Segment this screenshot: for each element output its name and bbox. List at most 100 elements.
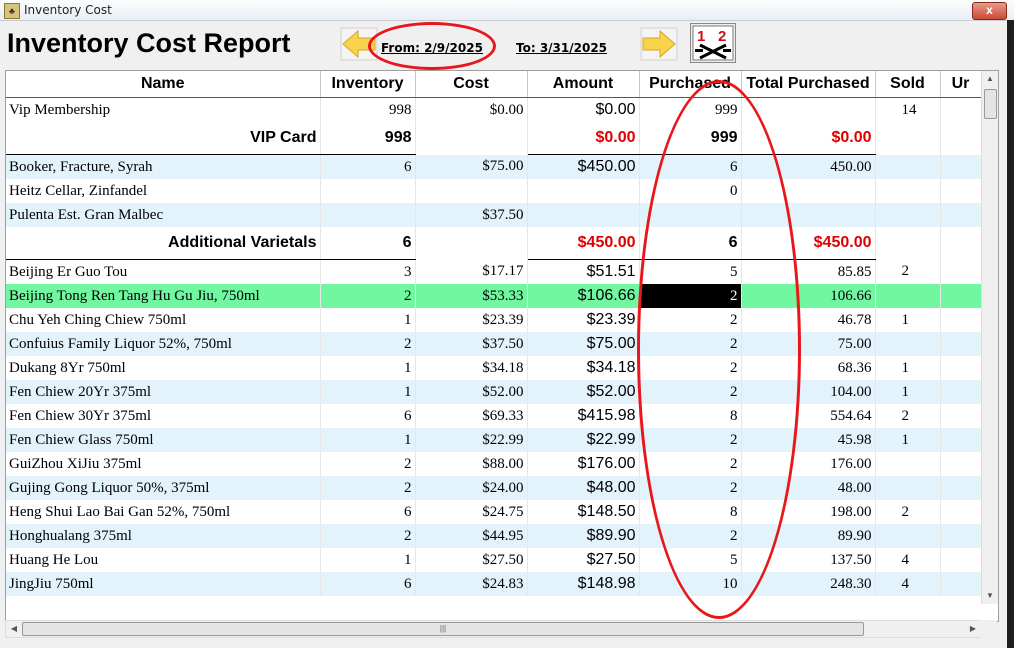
cell-sold [875,179,941,203]
cell-sold [875,476,941,500]
subtotal-name: VIP Card [6,122,321,155]
column-header[interactable]: Total Purchased [741,71,876,98]
column-header[interactable]: Inventory [320,71,416,98]
cell-sold [875,203,941,227]
cell-amount: $22.99 [527,428,640,452]
cell-ur [940,404,982,428]
table-row[interactable]: Fen Chiew 20Yr 375ml 1 $52.00 $52.00 2 104.00… [6,380,982,404]
table-row[interactable]: Confuius Family Liquor 52%, 750ml 2 $37.50… [6,332,982,356]
scrollbar-thumb[interactable] [984,89,997,119]
table-row[interactable]: Gujing Gong Liquor 50%, 375ml 2 $24.00 $48.… [6,476,982,500]
column-header[interactable]: Name [6,71,321,98]
table-row[interactable]: Heng Shui Lao Bai Gan 52%, 750ml 6 $24.75 $… [6,500,982,524]
table-row[interactable]: Heitz Cellar, Zinfandel 0 [6,179,982,203]
cell-name: Heng Shui Lao Bai Gan 52%, 750ml [6,500,321,524]
subtotal-ur [940,122,982,155]
cell-cost: $17.17 [415,259,528,284]
table-row[interactable]: Fen Chiew Glass 750ml 1 $22.99 $22.99 2 45.98… [6,428,982,452]
cell-name: Fen Chiew 20Yr 375ml [6,380,321,404]
cell-total-purchased: 248.30 [741,572,876,596]
cell-total-purchased: 137.50 [741,548,876,572]
table-row[interactable]: Fen Chiew 30Yr 375ml 6 $69.33 $415.98 8 554.6… [6,404,982,428]
cell-cost: $53.33 [415,284,528,308]
next-arrow-icon[interactable] [640,27,678,61]
subtotal-row: Additional Varietals 6 $450.00 6 $450.00 [6,227,982,260]
cell-purchased: 6 [639,154,742,179]
cell-name: Heitz Cellar, Zinfandel [6,179,321,203]
scroll-right-icon[interactable]: ▶ [965,621,981,637]
cell-purchased: 10 [639,572,742,596]
subtotal-sold [875,227,941,260]
cell-cost: $24.83 [415,572,528,596]
cell-inventory: 1 [320,308,416,332]
cell-name: Huang He Lou [6,548,321,572]
vertical-scrollbar[interactable]: ▲ ▼ [981,71,998,604]
cell-name: Pulenta Est. Gran Malbec [6,203,321,227]
column-header[interactable]: Purchased [639,71,742,98]
table-row[interactable]: GuiZhou XiJiu 375ml 2 $88.00 $176.00 2 176.00 [6,452,982,476]
cell-purchased: 2 [639,356,742,380]
previous-arrow-icon[interactable] [340,27,378,61]
subtotal-cost [415,227,528,260]
cell-inventory: 1 [320,428,416,452]
cell-amount: $48.00 [527,476,640,500]
table-row[interactable]: Dukang 8Yr 750ml 1 $34.18 $34.18 2 68.36 1 [6,356,982,380]
column-header[interactable]: Cost [415,71,528,98]
table-row[interactable]: Huang He Lou 1 $27.50 $27.50 5 137.50 4 [6,548,982,572]
cell-ur [940,308,982,332]
column-header[interactable]: Sold [875,71,941,98]
cell-ur [940,97,982,122]
cell-inventory: 2 [320,332,416,356]
cell-cost: $34.18 [415,356,528,380]
cell-inventory: 3 [320,259,416,284]
table-row[interactable]: Vip Membership 998 $0.00 $0.00 999 14 [6,97,982,122]
subtotal-inventory: 998 [320,122,416,155]
subtotal-name: Additional Varietals [6,227,321,260]
horizontal-scrollbar[interactable]: ◀ ||| ▶ [5,620,982,638]
cell-total-purchased: 75.00 [741,332,876,356]
cell-inventory: 2 [320,284,416,308]
scroll-down-icon[interactable]: ▼ [982,588,998,604]
cell-total-purchased [741,203,876,227]
cell-amount: $52.00 [527,380,640,404]
calculator-button[interactable]: 1 2 [690,23,736,63]
cell-amount: $415.98 [527,404,640,428]
cell-sold: 1 [875,428,941,452]
cell-name: Honghualang 375ml [6,524,321,548]
svg-text:1: 1 [697,28,705,45]
column-header[interactable]: Amount [527,71,640,98]
cell-ur [940,548,982,572]
cell-total-purchased: 46.78 [741,308,876,332]
cell-sold [875,332,941,356]
cell-sold: 1 [875,380,941,404]
table-row[interactable]: JingJiu 750ml 6 $24.83 $148.98 10 248.30 4 [6,572,982,596]
scroll-up-icon[interactable]: ▲ [982,71,998,87]
cell-ur [940,524,982,548]
table-row[interactable]: Honghualang 375ml 2 $44.95 $89.90 2 89.90 [6,524,982,548]
cell-purchased: 2 [639,524,742,548]
table-row[interactable]: Beijing Er Guo Tou 3 $17.17 $51.51 5 85.85 2 [6,259,982,284]
cell-purchased[interactable]: 2 [639,284,742,308]
column-header[interactable]: Ur [940,71,982,98]
cell-purchased: 8 [639,500,742,524]
cell-inventory: 1 [320,380,416,404]
cell-name: GuiZhou XiJiu 375ml [6,452,321,476]
cell-total-purchased: 198.00 [741,500,876,524]
horizontal-scrollbar-thumb[interactable]: ||| [22,622,864,636]
table-row[interactable]: Booker, Fracture, Syrah 6 $75.00 $450.00 6 45… [6,154,982,179]
table-row[interactable]: Chu Yeh Ching Chiew 750ml 1 $23.39 $23.39 2 4… [6,308,982,332]
cell-amount: $148.50 [527,500,640,524]
table-row-selected[interactable]: Beijing Tong Ren Tang Hu Gu Jiu, 750ml 2 $… [6,284,982,308]
subtotal-inventory: 6 [320,227,416,260]
date-to-link[interactable]: To: 3/31/2025 [516,41,607,55]
cell-total-purchased [741,179,876,203]
cell-ur [940,356,982,380]
cell-ur [940,380,982,404]
cell-sold [875,452,941,476]
cell-sold: 14 [875,97,941,122]
scroll-left-icon[interactable]: ◀ [6,621,22,637]
cell-ur [940,179,982,203]
table-row[interactable]: Pulenta Est. Gran Malbec $37.50 [6,203,982,227]
date-from-link[interactable]: From: 2/9/2025 [381,41,483,55]
close-button[interactable]: x [972,2,1007,20]
